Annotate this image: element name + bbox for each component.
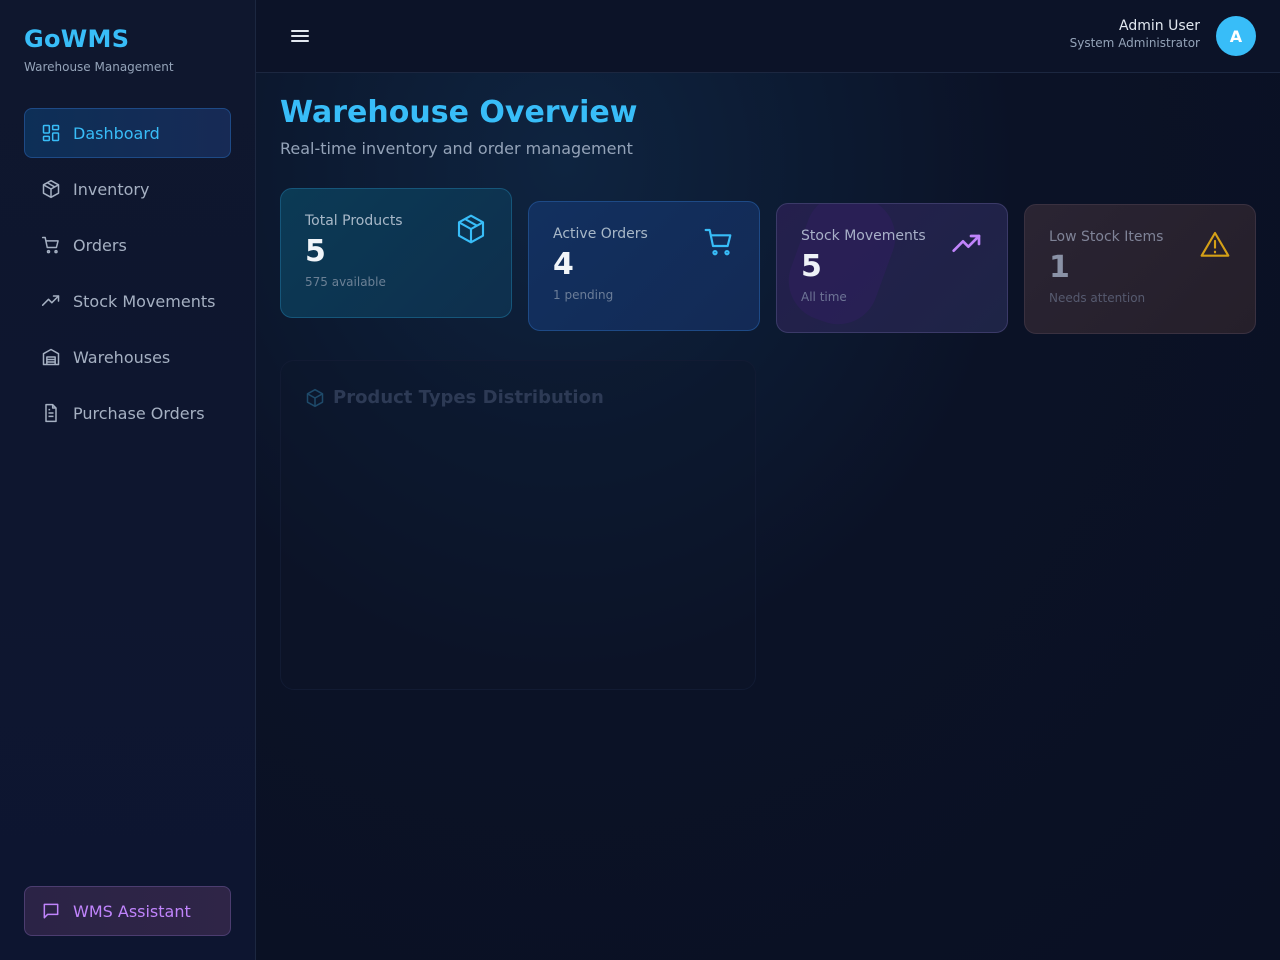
sidebar-item-label: Stock Movements xyxy=(73,291,216,311)
sidebar-item-label: Purchase Orders xyxy=(73,403,205,423)
warning-icon xyxy=(1199,229,1231,261)
user-name: Admin User xyxy=(1119,18,1200,34)
trending-up-icon xyxy=(41,291,61,311)
cart-icon xyxy=(703,226,735,258)
box-icon xyxy=(41,179,61,199)
menu-button[interactable] xyxy=(288,24,312,48)
sidebar-item-dashboard[interactable]: Dashboard xyxy=(24,108,231,158)
chat-icon xyxy=(41,901,61,921)
hamburger-icon xyxy=(291,30,309,42)
page-title: Warehouse Overview xyxy=(280,95,638,130)
stat-card-total-products[interactable]: Total Products 5 575 available xyxy=(280,188,512,318)
product-types-panel: Product Types Distribution xyxy=(280,360,756,690)
sidebar: GoWMS Warehouse Management Dashboard Inv… xyxy=(0,0,256,960)
user-info: Admin User System Administrator xyxy=(1070,18,1200,50)
sidebar-item-stock-movements[interactable]: Stock Movements xyxy=(24,276,231,326)
app-root: GoWMS Warehouse Management Dashboard Inv… xyxy=(0,0,1280,960)
cart-icon xyxy=(41,235,61,255)
wms-assistant-label: WMS Assistant xyxy=(73,901,191,921)
trending-up-icon xyxy=(951,228,983,260)
panel-title: Product Types Distribution xyxy=(333,387,604,408)
sidebar-item-label: Orders xyxy=(73,235,127,255)
wms-assistant-button[interactable]: WMS Assistant xyxy=(24,886,231,936)
stat-card-stock-movements[interactable]: Stock Movements 5 All time xyxy=(776,203,1008,333)
sidebar-item-inventory[interactable]: Inventory xyxy=(24,164,231,214)
sidebar-item-label: Inventory xyxy=(73,179,150,199)
top-header: Admin User System Administrator A xyxy=(256,0,1280,73)
box-icon xyxy=(455,213,487,245)
stat-note: Needs attention xyxy=(1049,291,1146,305)
sidebar-nav: Dashboard Inventory Orders Stock Movemen… xyxy=(24,108,231,444)
sidebar-item-orders[interactable]: Orders xyxy=(24,220,231,270)
sidebar-item-warehouses[interactable]: Warehouses xyxy=(24,332,231,382)
stat-note: All time xyxy=(801,290,847,304)
document-icon xyxy=(41,403,61,423)
warehouse-icon xyxy=(41,347,61,367)
user-role: System Administrator xyxy=(1069,36,1200,50)
dashboard-icon xyxy=(41,123,61,143)
stat-note: 575 available xyxy=(305,275,386,289)
page-subtitle: Real-time inventory and order management xyxy=(280,139,633,158)
box-icon xyxy=(305,388,325,408)
stat-note: 1 pending xyxy=(553,288,614,302)
sidebar-item-purchase-orders[interactable]: Purchase Orders xyxy=(24,388,231,438)
brand-title[interactable]: GoWMS xyxy=(24,24,174,54)
brand-subtitle: Warehouse Management xyxy=(24,60,174,74)
main-content: Warehouse Overview Real-time inventory a… xyxy=(256,73,1280,960)
brand: GoWMS Warehouse Management xyxy=(24,24,174,74)
avatar[interactable]: A xyxy=(1216,16,1256,56)
stat-card-active-orders[interactable]: Active Orders 4 1 pending xyxy=(528,201,760,331)
sidebar-item-label: Warehouses xyxy=(73,347,171,367)
stat-card-low-stock[interactable]: Low Stock Items 1 Needs attention xyxy=(1024,204,1256,334)
sidebar-item-label: Dashboard xyxy=(73,123,160,143)
